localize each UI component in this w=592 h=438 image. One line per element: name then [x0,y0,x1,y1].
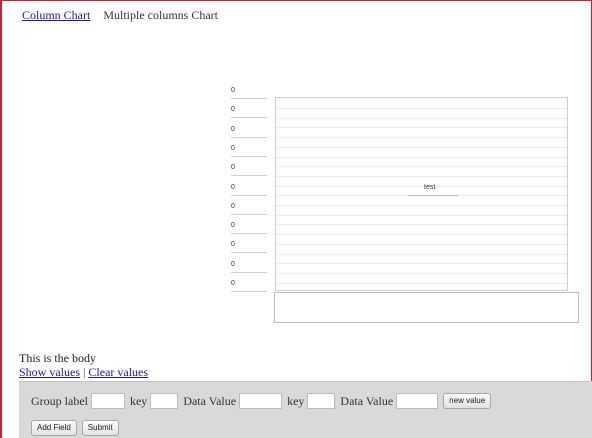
chart-row-label: 0 [231,202,267,215]
chart-gridline [276,282,567,284]
chart-gridline [276,205,567,206]
chart-row-label: 0 [231,260,267,273]
chart-type-nav: Column Chart Multiple columns Chart [22,8,218,23]
chart-row-label: 0 [231,240,267,254]
chart-gridline [276,146,567,148]
key1-input[interactable] [150,393,179,409]
frame-left-border [0,0,2,438]
key2-label-text: key [287,393,305,408]
chart-row-label: 0 [231,86,267,99]
body-text: This is the body [19,351,96,365]
frame-top-border [0,0,592,1]
chart-gridline [276,156,567,158]
chart-text-box[interactable] [274,292,579,323]
chart-gridline [276,137,567,139]
chart-gridline [276,234,567,236]
chart-gridline [276,108,567,109]
chart-row-label: 0 [231,163,267,177]
show-values-link[interactable]: Show values [19,365,80,379]
chart-gridline [276,263,567,265]
data-value1-input[interactable] [239,393,283,409]
chart-gridline [276,185,567,187]
group-label-input[interactable] [90,393,125,409]
chart-row-label: 0 [231,221,267,235]
chart-gridline [276,127,567,129]
link-separator: | [83,365,86,379]
data-value2-input[interactable] [396,393,439,409]
chart-gridline [276,224,567,226]
series-label: test [424,184,436,191]
multiple-columns-label: Multiple columns Chart [103,8,218,22]
chart-gridline [276,175,567,177]
data-value1-label-text: Data Value [183,393,237,408]
value-links: Show values | Clear values [19,365,148,380]
form-actions-row: Add Field Submit [31,420,119,436]
chart-gridline [276,253,567,255]
chart-row-label: 0 [231,279,267,292]
chart-row-label: 0 [231,105,267,119]
form-fields-row: Group label key Data Value key Data Valu… [31,392,492,410]
chart-row-label: 0 [231,183,267,196]
chart-gridline [276,214,567,216]
chart-area: test [275,97,568,291]
add-field-button[interactable]: Add Field [31,420,77,436]
chart-gridline [276,272,567,274]
column-chart-link[interactable]: Column Chart [22,8,90,22]
key1-label-text: key [129,393,148,408]
group-label-text: Group label [31,393,88,408]
data-value2-label-text: Data Value [340,393,394,408]
clear-values-link[interactable]: Clear values [88,365,148,379]
series-label-underline [408,195,458,196]
data-entry-form: Group label key Data Value key Data Valu… [19,381,592,438]
new-value-button[interactable]: new value [443,393,492,409]
chart-row-label: 0 [231,125,267,138]
key2-input[interactable] [307,393,336,409]
submit-button[interactable]: Submit [81,420,119,436]
chart-row-label: 0 [231,144,267,157]
chart-gridline [276,166,567,168]
chart-gridline [276,117,567,119]
chart-gridline [276,243,567,245]
